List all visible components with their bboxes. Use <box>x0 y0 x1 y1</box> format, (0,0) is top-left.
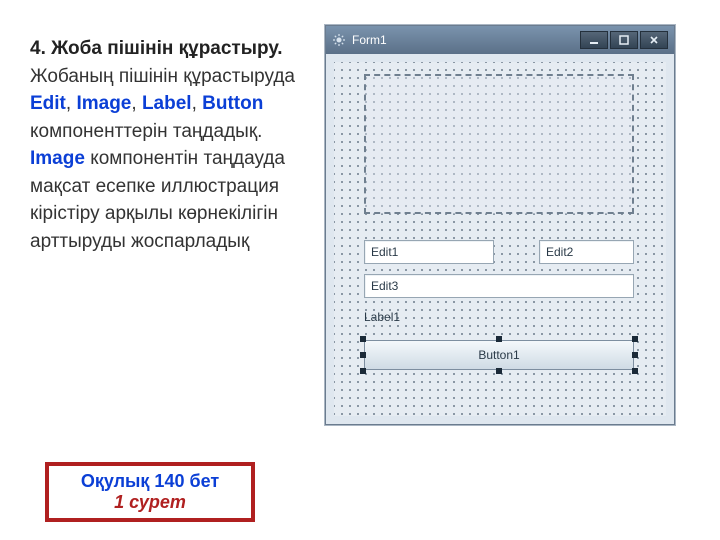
button1[interactable]: Button1 <box>364 340 634 370</box>
callout-line-1: Оқулық 140 бет <box>81 471 219 492</box>
instruction-text: 4. Жоба пішінін құрастыру. Жобаның пішін… <box>30 35 310 255</box>
paragraph-1b: компоненттерін таңдадық. <box>30 121 262 142</box>
minimize-button[interactable] <box>580 31 608 49</box>
window-buttons <box>580 31 668 49</box>
edit3-field[interactable]: Edit3 <box>364 274 634 298</box>
window-title: Form1 <box>352 33 387 47</box>
edit2-field[interactable]: Edit2 <box>539 240 634 264</box>
paragraph-1a: Жобаның пішінін құрастыруда <box>30 66 295 87</box>
resize-handle-icon[interactable] <box>496 368 502 374</box>
designer-surface[interactable]: Edit1 Edit2 Edit3 Label1 Button1 <box>334 62 666 416</box>
maximize-button[interactable] <box>610 31 638 49</box>
resize-handle-icon[interactable] <box>632 352 638 358</box>
callout-line-2: 1 сурет <box>114 492 186 513</box>
button1-selection[interactable]: Button1 <box>364 340 634 370</box>
close-button[interactable] <box>640 31 668 49</box>
highlight-image: Image <box>30 148 85 169</box>
callout-box: Оқулық 140 бет 1 сурет <box>45 462 255 522</box>
resize-handle-icon[interactable] <box>496 336 502 342</box>
edit1-field[interactable]: Edit1 <box>364 240 494 264</box>
form-designer-window: Form1 Edit1 Edit2 Edit3 Label1 Button1 <box>325 25 675 425</box>
component-label: Label <box>142 93 192 114</box>
resize-handle-icon[interactable] <box>632 336 638 342</box>
label1[interactable]: Label1 <box>364 310 400 324</box>
component-image: Image <box>76 93 131 114</box>
app-icon <box>332 33 346 47</box>
resize-handle-icon[interactable] <box>360 336 366 342</box>
titlebar[interactable]: Form1 <box>326 26 674 54</box>
image-component[interactable] <box>364 74 634 214</box>
resize-handle-icon[interactable] <box>632 368 638 374</box>
resize-handle-icon[interactable] <box>360 368 366 374</box>
resize-handle-icon[interactable] <box>360 352 366 358</box>
component-button: Button <box>202 93 263 114</box>
component-edit: Edit <box>30 93 66 114</box>
heading: 4. Жоба пішінін құрастыру. <box>30 38 283 59</box>
